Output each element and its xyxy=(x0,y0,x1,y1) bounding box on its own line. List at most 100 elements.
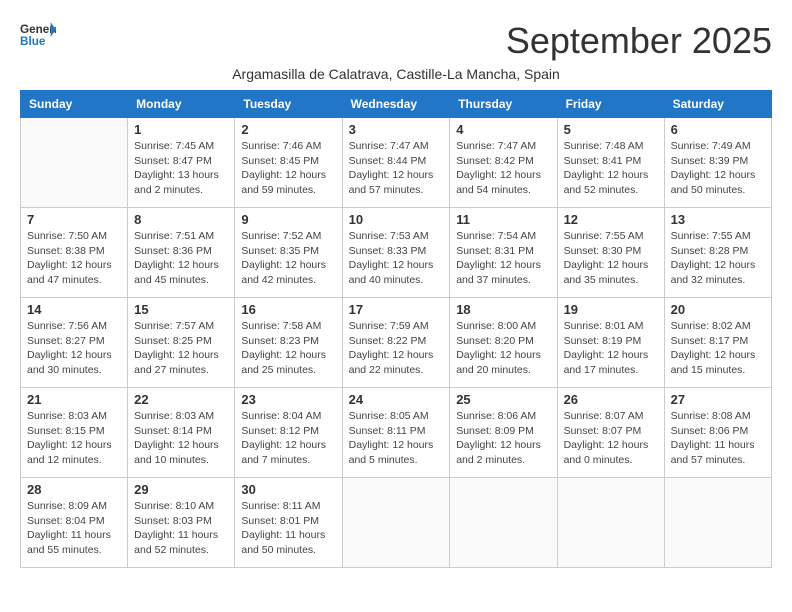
day-info: Sunrise: 7:47 AMSunset: 8:42 PMDaylight:… xyxy=(456,139,550,198)
day-number: 1 xyxy=(134,122,228,137)
calendar-cell: 15 Sunrise: 7:57 AMSunset: 8:25 PMDayligh… xyxy=(128,298,235,388)
week-row-4: 21Sunrise: 8:03 AMSunset: 8:15 PMDayligh… xyxy=(21,388,772,478)
day-number: 28 xyxy=(27,482,121,497)
day-number: 25 xyxy=(456,392,550,407)
calendar-cell: 22Sunrise: 8:03 AMSunset: 8:14 PMDayligh… xyxy=(128,388,235,478)
calendar-cell: 18 Sunrise: 8:00 AMSunset: 8:20 PMDayligh… xyxy=(450,298,557,388)
day-info: Sunrise: 7:58 AMSunset: 8:23 PMDaylight:… xyxy=(241,319,335,378)
day-number: 14 xyxy=(27,302,121,317)
day-number: 5 xyxy=(564,122,658,137)
calendar-cell: 12 Sunrise: 7:55 AMSunset: 8:30 PMDayligh… xyxy=(557,208,664,298)
day-info: Sunrise: 8:00 AMSunset: 8:20 PMDaylight:… xyxy=(456,319,550,378)
day-number: 27 xyxy=(671,392,765,407)
calendar-cell: 4 Sunrise: 7:47 AMSunset: 8:42 PMDaylight… xyxy=(450,118,557,208)
day-info: Sunrise: 7:50 AMSunset: 8:38 PMDaylight:… xyxy=(27,229,121,288)
day-info: Sunrise: 8:09 AMSunset: 8:04 PMDaylight:… xyxy=(27,499,121,558)
day-number: 3 xyxy=(349,122,444,137)
week-row-3: 14 Sunrise: 7:56 AMSunset: 8:27 PMDayligh… xyxy=(21,298,772,388)
calendar-cell: 26Sunrise: 8:07 AMSunset: 8:07 PMDayligh… xyxy=(557,388,664,478)
calendar-cell: 29Sunrise: 8:10 AMSunset: 8:03 PMDayligh… xyxy=(128,478,235,568)
location-title: Argamasilla de Calatrava, Castille-La Ma… xyxy=(20,66,772,82)
day-info: Sunrise: 8:03 AMSunset: 8:14 PMDaylight:… xyxy=(134,409,228,468)
day-info: Sunrise: 8:06 AMSunset: 8:09 PMDaylight:… xyxy=(456,409,550,468)
calendar-cell: 1 Sunrise: 7:45 AMSunset: 8:47 PMDaylight… xyxy=(128,118,235,208)
day-number: 23 xyxy=(241,392,335,407)
day-number: 2 xyxy=(241,122,335,137)
day-info: Sunrise: 7:59 AMSunset: 8:22 PMDaylight:… xyxy=(349,319,444,378)
day-info: Sunrise: 7:49 AMSunset: 8:39 PMDaylight:… xyxy=(671,139,765,198)
weekday-header-wednesday: Wednesday xyxy=(342,91,450,118)
calendar-cell: 19Sunrise: 8:01 AMSunset: 8:19 PMDayligh… xyxy=(557,298,664,388)
calendar-cell: 11 Sunrise: 7:54 AMSunset: 8:31 PMDayligh… xyxy=(450,208,557,298)
calendar-cell: 6 Sunrise: 7:49 AMSunset: 8:39 PMDaylight… xyxy=(664,118,771,208)
day-info: Sunrise: 7:55 AMSunset: 8:28 PMDaylight:… xyxy=(671,229,765,288)
day-info: Sunrise: 7:56 AMSunset: 8:27 PMDaylight:… xyxy=(27,319,121,378)
day-info: Sunrise: 7:47 AMSunset: 8:44 PMDaylight:… xyxy=(349,139,444,198)
calendar-cell xyxy=(557,478,664,568)
day-info: Sunrise: 7:54 AMSunset: 8:31 PMDaylight:… xyxy=(456,229,550,288)
logo: General Blue xyxy=(20,20,58,48)
day-number: 19 xyxy=(564,302,658,317)
week-row-1: 1 Sunrise: 7:45 AMSunset: 8:47 PMDaylight… xyxy=(21,118,772,208)
calendar-cell: 2 Sunrise: 7:46 AMSunset: 8:45 PMDaylight… xyxy=(235,118,342,208)
calendar-cell xyxy=(450,478,557,568)
day-number: 26 xyxy=(564,392,658,407)
day-info: Sunrise: 8:03 AMSunset: 8:15 PMDaylight:… xyxy=(27,409,121,468)
weekday-header-thursday: Thursday xyxy=(450,91,557,118)
logo-icon: General Blue xyxy=(20,20,56,48)
calendar-cell: 17Sunrise: 7:59 AMSunset: 8:22 PMDayligh… xyxy=(342,298,450,388)
calendar-cell: 25 Sunrise: 8:06 AMSunset: 8:09 PMDayligh… xyxy=(450,388,557,478)
day-number: 7 xyxy=(27,212,121,227)
weekday-header-row: SundayMondayTuesdayWednesdayThursdayFrid… xyxy=(21,91,772,118)
day-info: Sunrise: 8:04 AMSunset: 8:12 PMDaylight:… xyxy=(241,409,335,468)
calendar-cell: 21Sunrise: 8:03 AMSunset: 8:15 PMDayligh… xyxy=(21,388,128,478)
day-info: Sunrise: 7:52 AMSunset: 8:35 PMDaylight:… xyxy=(241,229,335,288)
day-info: Sunrise: 7:53 AMSunset: 8:33 PMDaylight:… xyxy=(349,229,444,288)
calendar-cell xyxy=(21,118,128,208)
calendar-cell: 28 Sunrise: 8:09 AMSunset: 8:04 PMDayligh… xyxy=(21,478,128,568)
day-info: Sunrise: 8:10 AMSunset: 8:03 PMDaylight:… xyxy=(134,499,228,558)
calendar-body: 1 Sunrise: 7:45 AMSunset: 8:47 PMDaylight… xyxy=(21,118,772,568)
day-number: 4 xyxy=(456,122,550,137)
day-number: 11 xyxy=(456,212,550,227)
day-number: 16 xyxy=(241,302,335,317)
weekday-header-tuesday: Tuesday xyxy=(235,91,342,118)
calendar-cell: 3 Sunrise: 7:47 AMSunset: 8:44 PMDaylight… xyxy=(342,118,450,208)
day-number: 20 xyxy=(671,302,765,317)
day-info: Sunrise: 7:57 AMSunset: 8:25 PMDaylight:… xyxy=(134,319,228,378)
calendar-cell: 20Sunrise: 8:02 AMSunset: 8:17 PMDayligh… xyxy=(664,298,771,388)
day-info: Sunrise: 8:08 AMSunset: 8:06 PMDaylight:… xyxy=(671,409,765,468)
weekday-header-friday: Friday xyxy=(557,91,664,118)
calendar-cell: 8 Sunrise: 7:51 AMSunset: 8:36 PMDaylight… xyxy=(128,208,235,298)
day-info: Sunrise: 8:11 AMSunset: 8:01 PMDaylight:… xyxy=(241,499,335,558)
day-number: 10 xyxy=(349,212,444,227)
weekday-header-saturday: Saturday xyxy=(664,91,771,118)
calendar-cell: 5Sunrise: 7:48 AMSunset: 8:41 PMDaylight… xyxy=(557,118,664,208)
day-number: 30 xyxy=(241,482,335,497)
day-info: Sunrise: 8:05 AMSunset: 8:11 PMDaylight:… xyxy=(349,409,444,468)
calendar-cell: 14 Sunrise: 7:56 AMSunset: 8:27 PMDayligh… xyxy=(21,298,128,388)
month-title: September 2025 xyxy=(506,20,772,62)
day-number: 12 xyxy=(564,212,658,227)
day-info: Sunrise: 7:45 AMSunset: 8:47 PMDaylight:… xyxy=(134,139,228,198)
day-number: 13 xyxy=(671,212,765,227)
day-info: Sunrise: 7:55 AMSunset: 8:30 PMDaylight:… xyxy=(564,229,658,288)
calendar-cell: 24Sunrise: 8:05 AMSunset: 8:11 PMDayligh… xyxy=(342,388,450,478)
day-info: Sunrise: 7:46 AMSunset: 8:45 PMDaylight:… xyxy=(241,139,335,198)
weekday-header-sunday: Sunday xyxy=(21,91,128,118)
day-info: Sunrise: 7:51 AMSunset: 8:36 PMDaylight:… xyxy=(134,229,228,288)
calendar-cell: 16 Sunrise: 7:58 AMSunset: 8:23 PMDayligh… xyxy=(235,298,342,388)
day-number: 8 xyxy=(134,212,228,227)
svg-text:Blue: Blue xyxy=(20,35,46,48)
page-header: General Blue September 2025 xyxy=(20,20,772,62)
calendar-cell: 9 Sunrise: 7:52 AMSunset: 8:35 PMDaylight… xyxy=(235,208,342,298)
day-number: 6 xyxy=(671,122,765,137)
day-number: 15 xyxy=(134,302,228,317)
day-number: 9 xyxy=(241,212,335,227)
calendar-table: SundayMondayTuesdayWednesdayThursdayFrid… xyxy=(20,90,772,568)
week-row-5: 28 Sunrise: 8:09 AMSunset: 8:04 PMDayligh… xyxy=(21,478,772,568)
day-number: 18 xyxy=(456,302,550,317)
calendar-cell xyxy=(664,478,771,568)
calendar-cell xyxy=(342,478,450,568)
calendar-cell: 30 Sunrise: 8:11 AMSunset: 8:01 PMDayligh… xyxy=(235,478,342,568)
